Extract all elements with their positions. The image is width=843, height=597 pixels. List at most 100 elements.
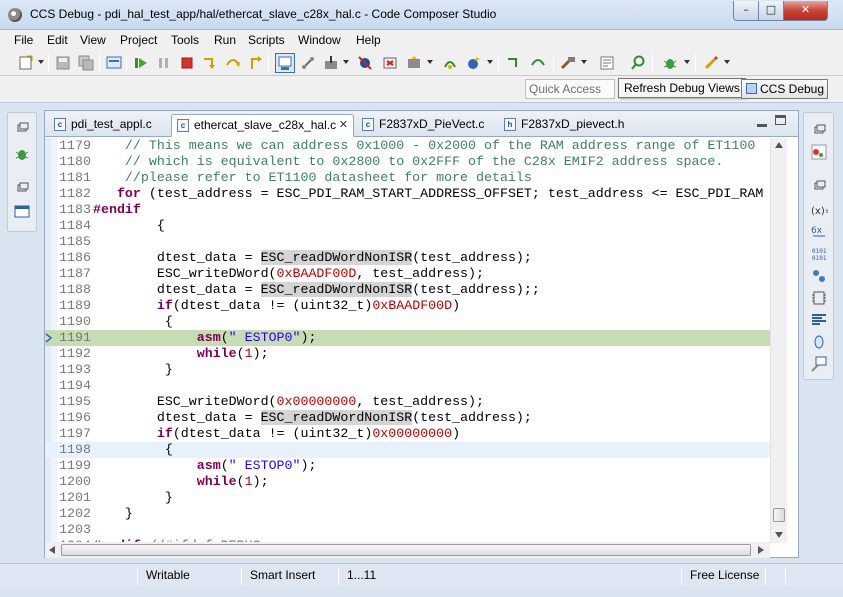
save-icon[interactable] [55, 55, 71, 71]
menu-help[interactable]: Help [356, 33, 381, 47]
chevron-down-icon[interactable] [487, 60, 493, 64]
memory-icon[interactable] [810, 289, 828, 307]
step-over-icon[interactable] [225, 55, 241, 71]
run-to-line-icon[interactable] [466, 55, 482, 71]
scroll-down-icon[interactable] [775, 532, 783, 538]
disassembly-icon[interactable] [810, 311, 828, 329]
horizontal-scroll-thumb[interactable] [61, 544, 751, 556]
chevron-down-icon[interactable] [684, 60, 690, 64]
reset-icon[interactable] [382, 55, 398, 71]
maximize-editor-icon[interactable] [775, 115, 786, 125]
code-line[interactable]: 1189 if(dtest_data != (uint32_t)0xBAADF0… [45, 298, 770, 314]
minimize-button[interactable]: – [733, 1, 759, 21]
maximize-button[interactable]: □ [758, 1, 784, 21]
variables-icon[interactable]: (x)= [810, 201, 828, 219]
open-file-icon[interactable] [599, 55, 615, 71]
assembly-step-icon[interactable] [442, 55, 458, 71]
chevron-down-icon[interactable] [38, 60, 44, 64]
chevron-down-icon[interactable] [427, 60, 433, 64]
search-icon[interactable] [630, 55, 646, 71]
code-line[interactable]: 1203 [45, 522, 770, 538]
suspend-icon[interactable] [156, 55, 172, 71]
menu-edit[interactable]: Edit [47, 33, 68, 47]
code-line[interactable]: 1202 } [45, 506, 770, 522]
toggle-breakpoint-icon[interactable] [357, 55, 373, 71]
horizontal-scrollbar[interactable] [45, 542, 770, 558]
tab-f2837xd-pievect-c[interactable]: c F2837xD_PieVect.c [357, 114, 497, 137]
code-line[interactable]: 1190 { [45, 314, 770, 330]
expressions-icon[interactable]: 6x [810, 223, 828, 241]
new-icon[interactable] [18, 55, 34, 71]
code-line[interactable]: 1180 // which is equivalent to 0x2800 to… [45, 154, 770, 170]
step-return-icon[interactable] [248, 55, 264, 71]
code-line[interactable]: 1182 for (test_address = ESC_PDI_RAM_STA… [45, 186, 770, 202]
code-line[interactable]: 1179 // This means we can address 0x1000… [45, 138, 770, 154]
code-line[interactable]: 1183 #endif [45, 202, 770, 218]
code-line[interactable]: 1194 [45, 378, 770, 394]
vertical-scrollbar[interactable] [770, 138, 787, 543]
menu-tools[interactable]: Tools [171, 33, 199, 47]
registers-icon[interactable]: 01010101 [810, 245, 828, 263]
outline-icon[interactable] [810, 143, 828, 161]
code-line[interactable]: 1199 asm(" ESTOP0"); [45, 458, 770, 474]
save-all-icon[interactable] [78, 55, 94, 71]
close-button[interactable]: ✕ [783, 1, 828, 21]
trace-icon[interactable] [810, 355, 828, 373]
scroll-up-icon[interactable] [775, 142, 783, 148]
code-line[interactable]: 1200 while(1); [45, 474, 770, 490]
debug-bug-icon[interactable] [662, 55, 678, 71]
modules-icon[interactable] [810, 267, 828, 285]
menu-project[interactable]: Project [120, 33, 157, 47]
tab-pdi-test-appl[interactable]: c pdi_test_appl.c [49, 114, 169, 137]
code-line[interactable]: 1185 [45, 234, 770, 250]
chevron-down-icon[interactable] [724, 60, 730, 64]
status-insert-mode[interactable]: Smart Insert [250, 568, 315, 582]
quick-access-input[interactable]: Quick Access [525, 79, 615, 99]
code-line[interactable]: 1201 } [45, 490, 770, 506]
vertical-scroll-thumb[interactable] [773, 508, 785, 522]
code-line[interactable]: 1186 dtest_data = ESC_readDWordNonISR(te… [45, 250, 770, 266]
tab-f2837xd-pievect-h[interactable]: h F2837xD_pievect.h [499, 114, 639, 137]
restore-icon[interactable] [13, 181, 31, 199]
connect-target-icon[interactable] [300, 55, 316, 71]
code-line[interactable]: 1195 ESC_writeDWord(0x00000000, test_add… [45, 394, 770, 410]
menu-scripts[interactable]: Scripts [248, 33, 285, 47]
debug-view-icon[interactable] [106, 55, 122, 71]
code-line[interactable]: 1192 while(1); [45, 346, 770, 362]
menu-window[interactable]: Window [298, 33, 341, 47]
load-program-icon[interactable] [323, 55, 339, 71]
code-line[interactable]: 1188 dtest_data = ESC_readDWordNonISR(te… [45, 282, 770, 298]
console-icon[interactable] [13, 203, 31, 221]
menu-run[interactable]: Run [214, 33, 236, 47]
code-line-current-execution[interactable]: 1191 asm(" ESTOP0"); [45, 330, 770, 346]
status-license[interactable]: Free License [690, 568, 759, 582]
breakpoints-icon[interactable] [810, 333, 828, 351]
scroll-right-icon[interactable] [758, 546, 764, 554]
debug-bug-icon[interactable] [13, 145, 31, 163]
code-line[interactable]: 1181 //please refer to ET1100 datasheet … [45, 170, 770, 186]
chevron-down-icon[interactable] [581, 60, 587, 64]
step-into-icon[interactable] [202, 55, 218, 71]
code-line[interactable]: 1196 dtest_data = ESC_readDWordNonISR(te… [45, 410, 770, 426]
restore-icon[interactable] [810, 123, 828, 141]
build-icon[interactable] [560, 55, 576, 71]
close-icon[interactable]: ✕ [339, 115, 348, 136]
code-line[interactable]: 1187 ESC_writeDWord(0xBAADF00D, test_add… [45, 266, 770, 282]
terminate-icon[interactable] [179, 55, 195, 71]
chevron-down-icon[interactable] [343, 60, 349, 64]
menu-view[interactable]: View [80, 33, 106, 47]
scroll-left-icon[interactable] [49, 546, 55, 554]
menu-file[interactable]: File [14, 33, 33, 47]
code-line[interactable]: 1197 if(dtest_data != (uint32_t)0x000000… [45, 426, 770, 442]
restart-icon[interactable] [406, 55, 422, 71]
refresh-debug-views-icon[interactable] [275, 53, 295, 73]
restore-icon[interactable] [13, 121, 31, 139]
perspective-ccs-debug-button[interactable]: CCS Debug [741, 79, 828, 99]
step-into-asm-icon[interactable] [506, 55, 522, 71]
code-editor[interactable]: 1179 // This means we can address 0x1000… [45, 138, 770, 558]
resume-icon[interactable] [133, 55, 149, 71]
code-line[interactable]: 1184 { [45, 218, 770, 234]
step-over-asm-icon[interactable] [530, 55, 546, 71]
code-line[interactable]: 1198 { [45, 442, 770, 458]
code-line[interactable]: 1193 } [45, 362, 770, 378]
